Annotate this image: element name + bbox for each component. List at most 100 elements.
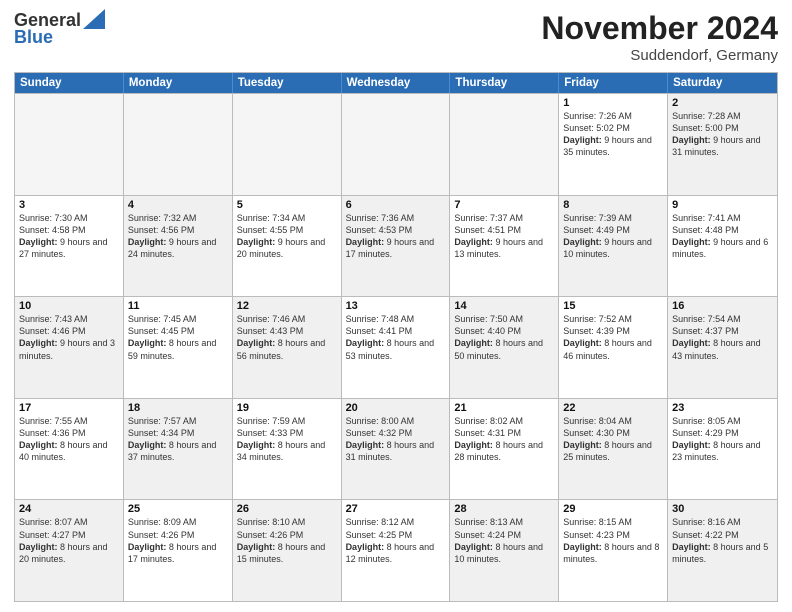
day-number-7: 7 [454, 199, 554, 211]
day-number-16: 16 [672, 300, 773, 312]
day-19: 19Sunrise: 7:59 AMSunset: 4:33 PMDayligh… [233, 399, 342, 500]
day-number-19: 19 [237, 402, 337, 414]
day-info-20: Sunrise: 8:00 AMSunset: 4:32 PMDaylight:… [346, 415, 446, 464]
day-number-11: 11 [128, 300, 228, 312]
header-saturday: Saturday [668, 73, 777, 93]
day-info-15: Sunrise: 7:52 AMSunset: 4:39 PMDaylight:… [563, 313, 663, 362]
day-info-1: Sunrise: 7:26 AMSunset: 5:02 PMDaylight:… [563, 110, 663, 159]
day-info-3: Sunrise: 7:30 AMSunset: 4:58 PMDaylight:… [19, 212, 119, 261]
header-thursday: Thursday [450, 73, 559, 93]
day-info-19: Sunrise: 7:59 AMSunset: 4:33 PMDaylight:… [237, 415, 337, 464]
day-number-3: 3 [19, 199, 119, 211]
month-title: November 2024 [541, 10, 778, 47]
header-wednesday: Wednesday [342, 73, 451, 93]
day-info-8: Sunrise: 7:39 AMSunset: 4:49 PMDaylight:… [563, 212, 663, 261]
calendar-row-2: 3Sunrise: 7:30 AMSunset: 4:58 PMDaylight… [15, 195, 777, 297]
day-3: 3Sunrise: 7:30 AMSunset: 4:58 PMDaylight… [15, 196, 124, 297]
header-friday: Friday [559, 73, 668, 93]
day-number-13: 13 [346, 300, 446, 312]
day-number-10: 10 [19, 300, 119, 312]
day-2: 2Sunrise: 7:28 AMSunset: 5:00 PMDaylight… [668, 94, 777, 195]
day-number-22: 22 [563, 402, 663, 414]
page: General Blue November 2024 Suddendorf, G… [0, 0, 792, 612]
calendar-header: SundayMondayTuesdayWednesdayThursdayFrid… [15, 73, 777, 93]
day-info-2: Sunrise: 7:28 AMSunset: 5:00 PMDaylight:… [672, 110, 773, 159]
day-number-12: 12 [237, 300, 337, 312]
empty-cell-0-3 [342, 94, 451, 195]
day-info-24: Sunrise: 8:07 AMSunset: 4:27 PMDaylight:… [19, 516, 119, 565]
day-1: 1Sunrise: 7:26 AMSunset: 5:02 PMDaylight… [559, 94, 668, 195]
day-number-1: 1 [563, 97, 663, 109]
day-number-5: 5 [237, 199, 337, 211]
day-23: 23Sunrise: 8:05 AMSunset: 4:29 PMDayligh… [668, 399, 777, 500]
logo: General Blue [14, 10, 105, 48]
day-14: 14Sunrise: 7:50 AMSunset: 4:40 PMDayligh… [450, 297, 559, 398]
day-info-6: Sunrise: 7:36 AMSunset: 4:53 PMDaylight:… [346, 212, 446, 261]
day-info-26: Sunrise: 8:10 AMSunset: 4:26 PMDaylight:… [237, 516, 337, 565]
day-7: 7Sunrise: 7:37 AMSunset: 4:51 PMDaylight… [450, 196, 559, 297]
header-monday: Monday [124, 73, 233, 93]
calendar-row-5: 24Sunrise: 8:07 AMSunset: 4:27 PMDayligh… [15, 499, 777, 601]
day-info-12: Sunrise: 7:46 AMSunset: 4:43 PMDaylight:… [237, 313, 337, 362]
day-number-15: 15 [563, 300, 663, 312]
day-number-4: 4 [128, 199, 228, 211]
day-20: 20Sunrise: 8:00 AMSunset: 4:32 PMDayligh… [342, 399, 451, 500]
calendar-row-4: 17Sunrise: 7:55 AMSunset: 4:36 PMDayligh… [15, 398, 777, 500]
day-15: 15Sunrise: 7:52 AMSunset: 4:39 PMDayligh… [559, 297, 668, 398]
empty-cell-0-0 [15, 94, 124, 195]
empty-cell-0-4 [450, 94, 559, 195]
day-16: 16Sunrise: 7:54 AMSunset: 4:37 PMDayligh… [668, 297, 777, 398]
day-28: 28Sunrise: 8:13 AMSunset: 4:24 PMDayligh… [450, 500, 559, 601]
day-info-5: Sunrise: 7:34 AMSunset: 4:55 PMDaylight:… [237, 212, 337, 261]
day-24: 24Sunrise: 8:07 AMSunset: 4:27 PMDayligh… [15, 500, 124, 601]
day-info-11: Sunrise: 7:45 AMSunset: 4:45 PMDaylight:… [128, 313, 228, 362]
day-number-18: 18 [128, 402, 228, 414]
day-number-26: 26 [237, 503, 337, 515]
day-number-25: 25 [128, 503, 228, 515]
logo-blue-text: Blue [14, 27, 53, 48]
day-17: 17Sunrise: 7:55 AMSunset: 4:36 PMDayligh… [15, 399, 124, 500]
day-25: 25Sunrise: 8:09 AMSunset: 4:26 PMDayligh… [124, 500, 233, 601]
day-info-22: Sunrise: 8:04 AMSunset: 4:30 PMDaylight:… [563, 415, 663, 464]
day-number-23: 23 [672, 402, 773, 414]
day-info-16: Sunrise: 7:54 AMSunset: 4:37 PMDaylight:… [672, 313, 773, 362]
location: Suddendorf, Germany [541, 47, 778, 64]
day-number-9: 9 [672, 199, 773, 211]
day-info-13: Sunrise: 7:48 AMSunset: 4:41 PMDaylight:… [346, 313, 446, 362]
day-10: 10Sunrise: 7:43 AMSunset: 4:46 PMDayligh… [15, 297, 124, 398]
day-number-30: 30 [672, 503, 773, 515]
day-number-28: 28 [454, 503, 554, 515]
calendar-row-1: 1Sunrise: 7:26 AMSunset: 5:02 PMDaylight… [15, 93, 777, 195]
day-info-28: Sunrise: 8:13 AMSunset: 4:24 PMDaylight:… [454, 516, 554, 565]
day-info-29: Sunrise: 8:15 AMSunset: 4:23 PMDaylight:… [563, 516, 663, 565]
logo-icon [83, 9, 105, 29]
day-9: 9Sunrise: 7:41 AMSunset: 4:48 PMDaylight… [668, 196, 777, 297]
day-info-23: Sunrise: 8:05 AMSunset: 4:29 PMDaylight:… [672, 415, 773, 464]
day-number-20: 20 [346, 402, 446, 414]
day-4: 4Sunrise: 7:32 AMSunset: 4:56 PMDaylight… [124, 196, 233, 297]
day-info-27: Sunrise: 8:12 AMSunset: 4:25 PMDaylight:… [346, 516, 446, 565]
day-number-2: 2 [672, 97, 773, 109]
day-info-7: Sunrise: 7:37 AMSunset: 4:51 PMDaylight:… [454, 212, 554, 261]
day-number-14: 14 [454, 300, 554, 312]
day-6: 6Sunrise: 7:36 AMSunset: 4:53 PMDaylight… [342, 196, 451, 297]
day-13: 13Sunrise: 7:48 AMSunset: 4:41 PMDayligh… [342, 297, 451, 398]
day-info-30: Sunrise: 8:16 AMSunset: 4:22 PMDaylight:… [672, 516, 773, 565]
day-11: 11Sunrise: 7:45 AMSunset: 4:45 PMDayligh… [124, 297, 233, 398]
day-number-27: 27 [346, 503, 446, 515]
day-21: 21Sunrise: 8:02 AMSunset: 4:31 PMDayligh… [450, 399, 559, 500]
header-sunday: Sunday [15, 73, 124, 93]
day-30: 30Sunrise: 8:16 AMSunset: 4:22 PMDayligh… [668, 500, 777, 601]
day-number-17: 17 [19, 402, 119, 414]
calendar-body: 1Sunrise: 7:26 AMSunset: 5:02 PMDaylight… [15, 93, 777, 601]
day-number-6: 6 [346, 199, 446, 211]
title-block: November 2024 Suddendorf, Germany [541, 10, 778, 64]
day-12: 12Sunrise: 7:46 AMSunset: 4:43 PMDayligh… [233, 297, 342, 398]
day-27: 27Sunrise: 8:12 AMSunset: 4:25 PMDayligh… [342, 500, 451, 601]
day-number-21: 21 [454, 402, 554, 414]
day-info-14: Sunrise: 7:50 AMSunset: 4:40 PMDaylight:… [454, 313, 554, 362]
day-number-8: 8 [563, 199, 663, 211]
calendar: SundayMondayTuesdayWednesdayThursdayFrid… [14, 72, 778, 602]
header-tuesday: Tuesday [233, 73, 342, 93]
day-18: 18Sunrise: 7:57 AMSunset: 4:34 PMDayligh… [124, 399, 233, 500]
